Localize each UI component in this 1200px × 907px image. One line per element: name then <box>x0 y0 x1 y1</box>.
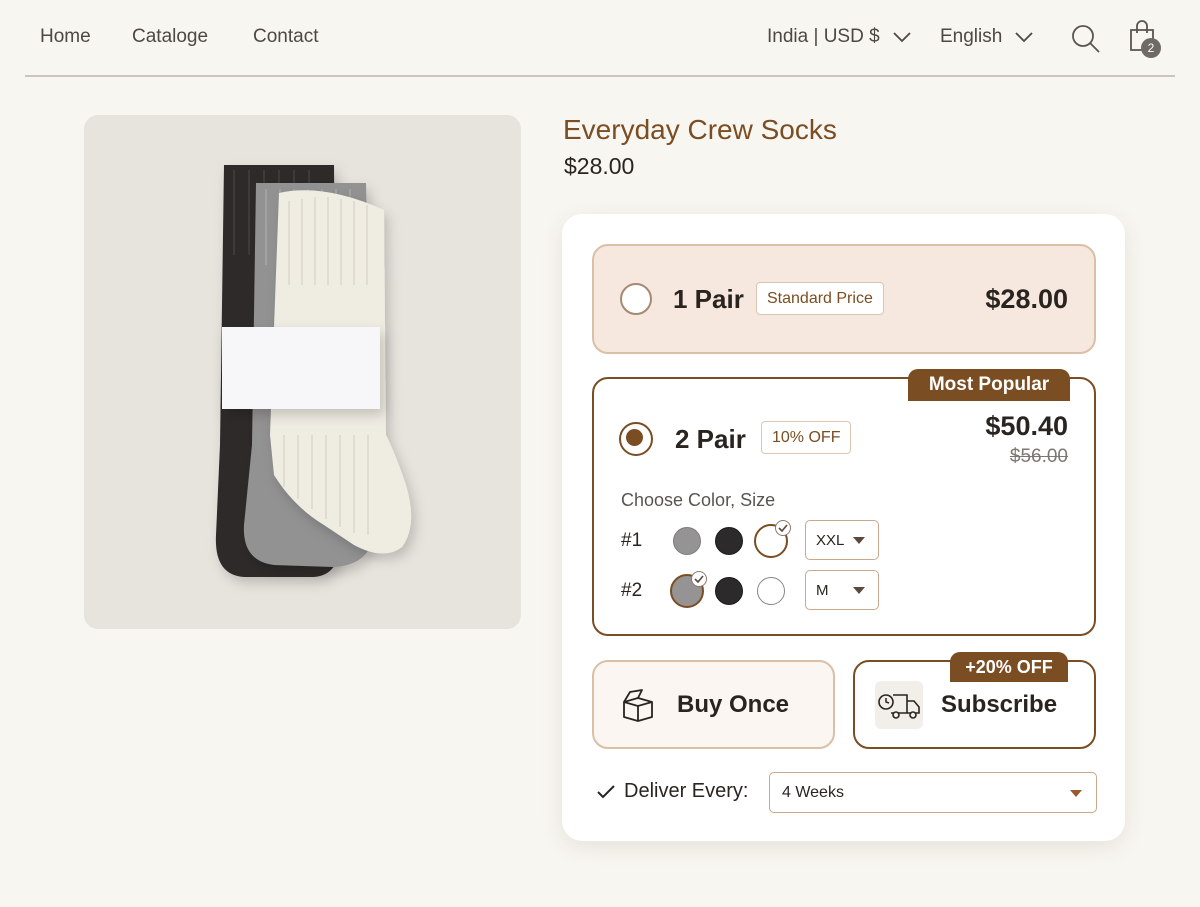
bundle-1-price: $28.00 <box>985 284 1068 314</box>
variant-row-1-label: #1 <box>621 530 643 551</box>
delivery-frequency-value: 4 Weeks <box>782 783 844 801</box>
bundle-2-tag: 10% OFF <box>761 421 852 454</box>
chevron-down-icon <box>1015 32 1033 43</box>
subscribe-label: Subscribe <box>941 690 1058 718</box>
check-icon <box>775 520 791 536</box>
row-2-swatch-black[interactable] <box>715 577 743 605</box>
language-label: English <box>940 26 1003 47</box>
row-2-swatch-white[interactable] <box>757 577 785 605</box>
bundle-2-radio[interactable] <box>619 422 653 456</box>
buy-once-button[interactable]: Buy Once <box>592 660 835 749</box>
region-currency-label: India | USD $ <box>767 26 880 47</box>
sock-bundle-photo <box>215 165 412 577</box>
most-popular-badge: Most Popular <box>908 369 1070 401</box>
top-nav: Home Cataloge Contact India | USD $ Engl… <box>0 0 1200 77</box>
subscribe-discount-badge: +20% OFF <box>950 652 1068 682</box>
row-1-swatch-grey[interactable] <box>673 527 701 555</box>
caret-down-icon <box>1070 790 1082 797</box>
deliver-every-label: Deliver Every: <box>624 780 749 802</box>
product-title: Everyday Crew Socks <box>563 114 837 145</box>
variant-row-2-label: #2 <box>621 580 643 601</box>
language-select[interactable]: English <box>940 26 1034 48</box>
row-2-size-value: M <box>816 581 829 599</box>
bundle-1-radio[interactable] <box>620 283 652 315</box>
header-divider <box>25 75 1175 77</box>
delivery-truck-icon <box>875 680 923 729</box>
box-icon <box>623 688 653 722</box>
caret-down-icon <box>853 537 865 544</box>
row-2-size-select[interactable]: M <box>805 570 879 610</box>
bundle-1-label: 1 Pair <box>673 284 744 314</box>
row-1-swatch-black[interactable] <box>715 527 743 555</box>
row-1-size-value: XXL <box>816 531 845 549</box>
product-price: $28.00 <box>564 153 635 179</box>
nav-link-contact[interactable]: Contact <box>253 26 318 48</box>
nav-link-catalog[interactable]: Cataloge <box>132 26 208 48</box>
region-currency-select[interactable]: India | USD $ <box>767 26 912 48</box>
check-icon <box>691 571 707 587</box>
chevron-down-icon <box>893 32 911 43</box>
cart-count-badge: 2 <box>1141 38 1161 58</box>
bundle-2-original-price: $56.00 <box>1009 446 1068 467</box>
bundle-2-price: $50.40 <box>985 411 1068 441</box>
bundle-1-tag: Standard Price <box>756 282 884 315</box>
deliver-every-row: Deliver Every: <box>596 780 748 803</box>
choose-color-size-label: Choose Color, Size <box>621 490 776 510</box>
search-icon[interactable] <box>1071 24 1101 54</box>
row-1-size-select[interactable]: XXL <box>805 520 879 560</box>
product-image <box>84 115 521 629</box>
nav-link-home[interactable]: Home <box>40 26 91 48</box>
delivery-frequency-select[interactable]: 4 Weeks <box>769 772 1097 813</box>
caret-down-icon <box>853 587 865 594</box>
check-icon <box>597 784 615 798</box>
buy-once-label: Buy Once <box>677 690 790 718</box>
bundle-2-label: 2 Pair <box>675 424 746 454</box>
